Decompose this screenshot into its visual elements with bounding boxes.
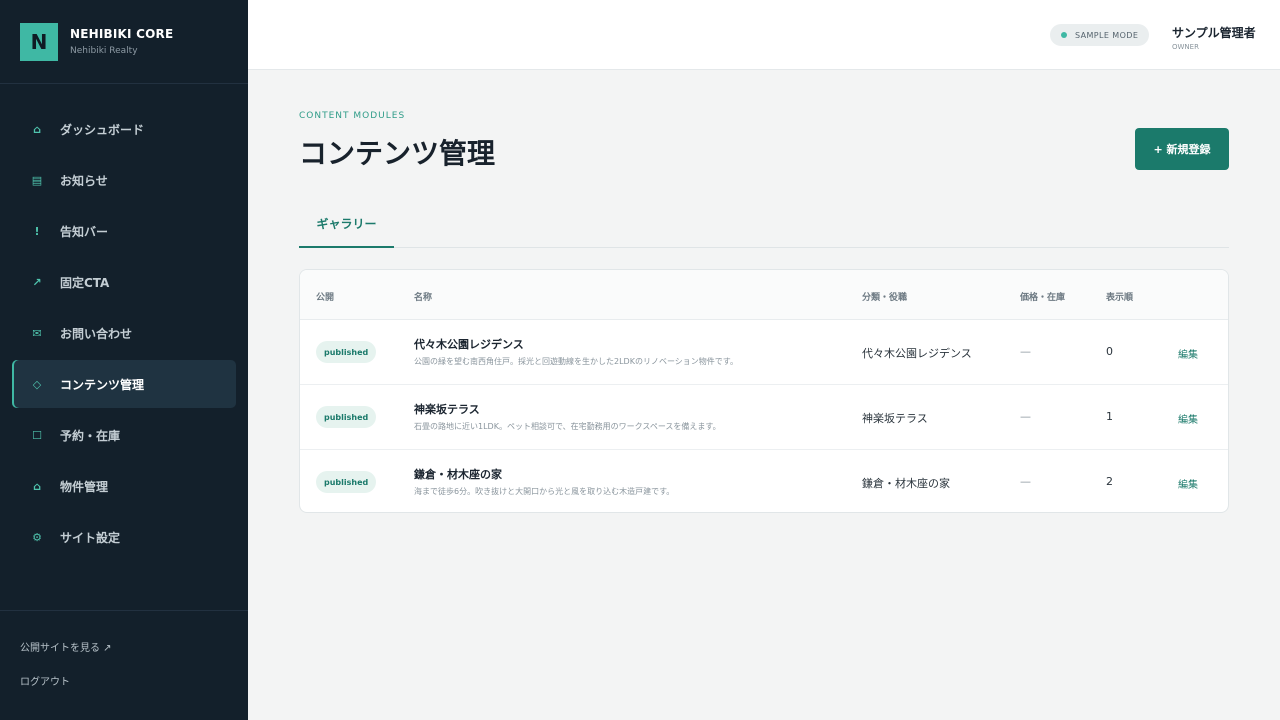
item-name: 神楽坂テラス [414,403,480,416]
user-menu[interactable]: サンプル管理者 OWNER [1172,24,1256,51]
item-price: — [1020,345,1031,358]
sidebar-item-label: 固定CTA [60,275,110,290]
sidebar-item-label: サイト設定 [60,530,121,545]
sidebar-item-news[interactable]: ▤ お知らせ [12,156,236,204]
top-header: SAMPLE MODE サンプル管理者 OWNER [248,0,1280,70]
edit-link[interactable]: 編集 [1178,411,1198,426]
square-icon: ☐ [32,428,42,442]
brand[interactable]: N NEHIBIKI CORE Nehibiki Realty [0,0,248,84]
item-order: 0 [1106,345,1113,358]
mode-label: SAMPLE MODE [1075,30,1139,40]
user-role: OWNER [1172,43,1199,51]
item-price: — [1020,475,1031,488]
sidebar-item-inquiries[interactable]: ✉ お問い合わせ [12,309,236,357]
status-badge: published [316,471,377,493]
tab-bar: ギャラリー [299,200,1229,248]
status-badge: published [316,341,377,363]
sidebar: N NEHIBIKI CORE Nehibiki Realty ⌂ ダッシュボー… [0,0,248,720]
sidebar-item-label: 予約・在庫 [60,428,121,443]
sidebar-item-reservations[interactable]: ☐ 予約・在庫 [12,411,236,459]
item-order: 1 [1106,410,1113,423]
mail-icon: ✉ [32,326,42,340]
sidebar-item-properties[interactable]: ⌂ 物件管理 [12,462,236,510]
item-category: 鎌倉・材木座の家 [862,477,950,490]
item-name: 代々木公園レジデンス [414,338,524,351]
table-row: published 代々木公園レジデンス 公園の緑を望む南西角住戸。採光と回遊動… [300,320,1228,385]
page-title: コンテンツ管理 [299,137,496,170]
logout-link[interactable]: ログアウト [20,673,228,707]
sidebar-item-label: お知らせ [60,173,108,188]
sidebar-footer: 公開サイトを見る ↗ ログアウト [0,610,248,707]
page-eyebrow: CONTENT MODULES [299,111,406,121]
edit-link[interactable]: 編集 [1178,346,1198,361]
sidebar-nav: ⌂ ダッシュボード ▤ お知らせ ! 告知バー ↗ 固定CTA ✉ お問い合わせ… [12,105,236,564]
column-header-status: 公開 [316,293,335,303]
status-dot-icon [1061,32,1067,38]
table-row: published 神楽坂テラス 石畳の路地に近い1LDK。ペット相談可で、在宅… [300,385,1228,450]
sidebar-item-announcement-bar[interactable]: ! 告知バー [12,207,236,255]
view-site-link[interactable]: 公開サイトを見る ↗ [20,639,228,673]
item-name: 鎌倉・材木座の家 [414,468,502,481]
home-icon: ⌂ [33,479,41,493]
column-header-category: 分類・役職 [862,293,908,303]
item-price: — [1020,410,1031,423]
brand-logo: N [20,22,58,61]
news-icon: ▤ [31,173,43,187]
column-header-order: 表示順 [1106,293,1134,303]
sidebar-item-label: コンテンツ管理 [60,377,145,392]
sidebar-item-fixed-cta[interactable]: ↗ 固定CTA [12,258,236,306]
new-entry-button[interactable]: + 新規登録 [1135,128,1229,170]
item-description: 海まで徒歩6分。吹き抜けと大開口から光と風を取り込む木造戸建です。 [414,487,675,496]
alert-icon: ! [34,224,40,238]
item-category: 代々木公園レジデンス [862,347,972,360]
sidebar-item-site-settings[interactable]: ⚙ サイト設定 [12,513,236,561]
sidebar-item-label: 物件管理 [60,479,109,494]
table-header: 公開 名称 分類・役職 価格・在庫 表示順 [300,270,1228,320]
edit-link[interactable]: 編集 [1178,476,1198,491]
gear-icon: ⚙ [32,530,42,544]
arrow-icon: ↗ [32,275,42,289]
item-category: 神楽坂テラス [862,412,928,425]
home-icon: ⌂ [33,122,41,136]
sample-mode-badge: SAMPLE MODE [1050,24,1150,46]
sidebar-item-content[interactable]: ◇ コンテンツ管理 [12,360,236,408]
sidebar-item-dashboard[interactable]: ⌂ ダッシュボード [12,105,236,153]
sidebar-item-label: ダッシュボード [60,122,145,137]
tab-gallery[interactable]: ギャラリー [299,200,394,248]
status-badge: published [316,406,377,428]
column-header-name: 名称 [414,293,433,303]
sidebar-item-label: お問い合わせ [60,326,133,341]
item-description: 石畳の路地に近い1LDK。ペット相談可で、在宅勤務用のワークスペースを備えます。 [414,422,721,431]
sidebar-item-label: 告知バー [60,224,109,239]
item-order: 2 [1106,475,1113,488]
brand-name: NEHIBIKI CORE [70,27,174,41]
column-header-price: 価格・在庫 [1020,293,1066,303]
diamond-icon: ◇ [32,377,42,391]
brand-subtitle: Nehibiki Realty [70,46,138,56]
user-name: サンプル管理者 [1172,26,1256,40]
table-row: published 鎌倉・材木座の家 海まで徒歩6分。吹き抜けと大開口から光と風… [300,450,1228,512]
item-description: 公園の緑を望む南西角住戸。採光と回遊動線を生かした2LDKのリノベーション物件で… [414,357,738,366]
content-table: 公開 名称 分類・役職 価格・在庫 表示順 published 代々木公園レジデ… [299,269,1229,513]
